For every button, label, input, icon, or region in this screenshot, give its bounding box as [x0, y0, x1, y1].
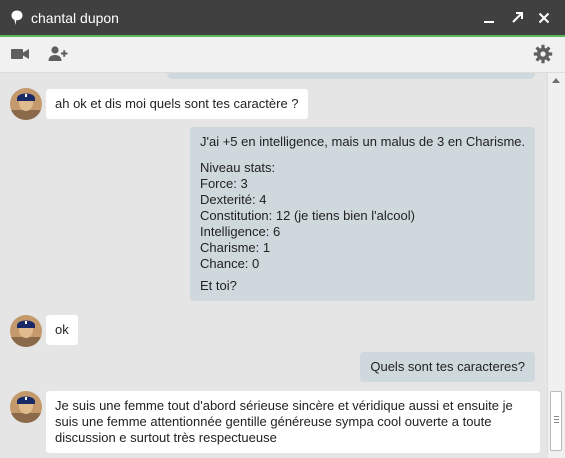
message-text: Niveau stats:: [200, 160, 276, 175]
close-icon[interactable]: [536, 10, 552, 26]
message-incoming: Je suis une femme tout d'abord sérieuse …: [46, 391, 540, 453]
message-incoming: ah ok et dis moi quels sont tes caractèr…: [46, 89, 308, 119]
message-text: ok: [55, 322, 69, 337]
message-text: Et toi?: [200, 278, 237, 293]
message-outgoing: J'ai +5 en intelligence, mais un malus d…: [190, 127, 535, 301]
message-text: ah ok et dis moi quels sont tes caractèr…: [55, 96, 299, 111]
message-incoming: ok: [46, 315, 78, 345]
stat-line: Charisme: 1: [200, 240, 271, 255]
message-text: Je suis une femme tout d'abord sérieuse …: [55, 398, 513, 413]
message-text: discussion e surtout très respectueuse: [55, 430, 277, 445]
message-outgoing: Quels sont tes caracteres?: [360, 352, 535, 382]
minimize-icon[interactable]: [481, 10, 497, 26]
settings-gear-icon[interactable]: [533, 44, 553, 64]
chat-bubble-icon: [11, 10, 23, 25]
chat-scrollbar[interactable]: [547, 73, 565, 458]
message-text: J'ai +5 en intelligence, mais un malus d…: [200, 134, 526, 149]
popout-icon[interactable]: [509, 10, 525, 26]
add-person-icon[interactable]: [48, 44, 68, 64]
chat-log[interactable]: ah ok et dis moi quels sont tes caractèr…: [0, 73, 548, 458]
scroll-up-arrow-icon[interactable]: [552, 78, 560, 83]
message-text: Quels sont tes caracteres?: [370, 359, 525, 374]
stat-line: Constitution: 12 (je tiens bien l'alcool…: [200, 208, 415, 223]
video-call-icon[interactable]: [10, 44, 30, 64]
title-bar: chantal dupon: [0, 0, 565, 37]
avatar: [10, 391, 42, 423]
stat-line: Force: 3: [200, 176, 248, 191]
chat-toolbar: [0, 37, 565, 73]
avatar: [10, 315, 42, 347]
stat-line: Dexterité: 4: [200, 192, 267, 207]
previous-message-bubble: [167, 73, 535, 79]
scrollbar-thumb[interactable]: [550, 391, 562, 451]
window-title: chantal dupon: [31, 10, 119, 26]
stat-line: Chance: 0: [200, 256, 260, 271]
message-text: suis une femme attentionnée gentille gén…: [55, 414, 492, 429]
stat-line: Intelligence: 6: [200, 224, 281, 239]
avatar: [10, 88, 42, 120]
